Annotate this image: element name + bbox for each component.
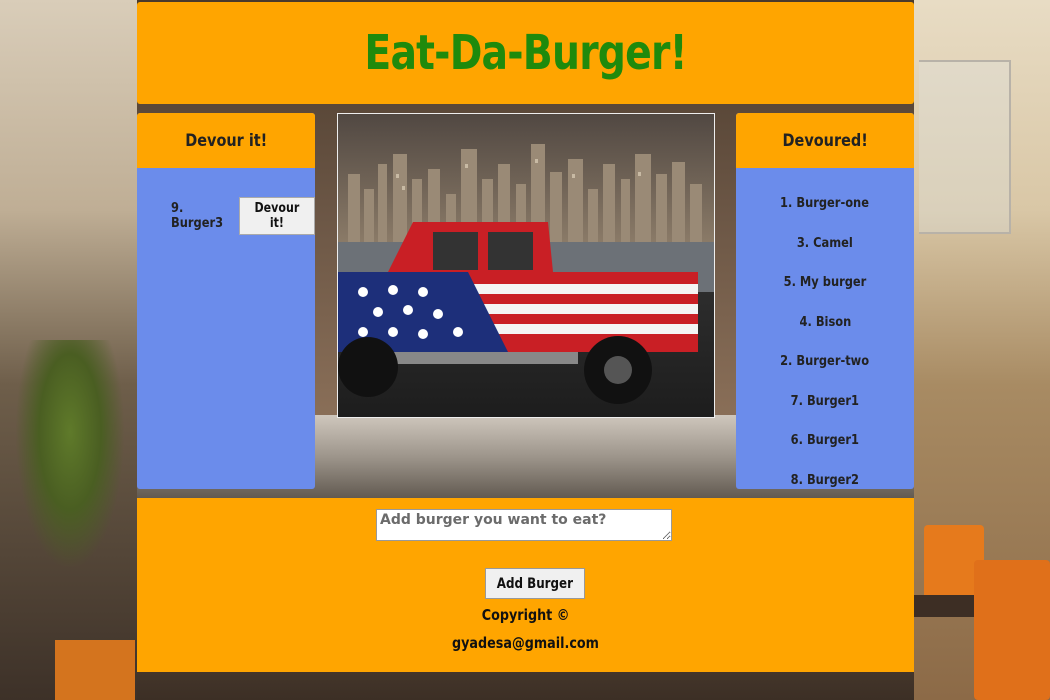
devoured-burger-label: 1. Burger-one: [780, 196, 870, 211]
list-item: 2. Burger-two: [736, 353, 914, 393]
chair-decoration: [55, 640, 135, 700]
background-restaurant-left: [0, 0, 137, 700]
copyright-text: Copyright ©: [481, 606, 570, 624]
list-item: 3. Camel: [736, 235, 914, 275]
list-item: 7. Burger1: [736, 393, 914, 433]
devoured-panel-header: Devoured!: [736, 113, 914, 168]
background-restaurant-right: [914, 0, 1050, 700]
page-title: Eat-Da-Burger!: [364, 25, 687, 81]
railing-decoration: [919, 60, 1011, 234]
devoured-panel: Devoured! 1. Burger-one 3. Camel 5. My b…: [736, 113, 914, 489]
contact-email: gyadesa@gmail.com: [452, 634, 599, 652]
devour-button[interactable]: Devour it!: [239, 197, 315, 235]
devoured-burger-label: 6. Burger1: [790, 433, 860, 448]
devour-panel-title: Devour it!: [184, 130, 268, 151]
list-item: 5. My burger: [736, 274, 914, 314]
footer-form-area: Add Burger Copyright © gyadesa@gmail.com: [137, 498, 914, 672]
flag-truck-graphic: [338, 222, 698, 404]
truck-image: [337, 113, 715, 418]
burger-input[interactable]: [376, 509, 672, 541]
devoured-burger-label: 3. Camel: [796, 235, 854, 251]
chair-decoration: [974, 560, 1050, 700]
plant-decoration: [15, 340, 125, 570]
devoured-burger-label: 8. Burger2: [790, 472, 860, 488]
burger-label: 9. Burger3: [171, 201, 224, 231]
list-item: 8. Burger2: [736, 472, 914, 490]
add-burger-button[interactable]: Add Burger: [485, 568, 585, 599]
devoured-burger-label: 4. Bison: [799, 314, 851, 330]
devoured-burger-label: 2. Burger-two: [780, 354, 870, 369]
devoured-panel-title: Devoured!: [782, 130, 868, 151]
list-item: 4. Bison: [736, 314, 914, 354]
devoured-burger-label: 7. Burger1: [790, 393, 860, 409]
list-item: 1. Burger-one: [736, 195, 914, 235]
devour-panel: Devour it! 9. Burger3 Devour it!: [137, 113, 315, 489]
site-header: Eat-Da-Burger!: [137, 2, 914, 104]
devour-button-label: Devour it!: [254, 201, 300, 231]
list-item: 9. Burger3 Devour it!: [171, 197, 315, 235]
list-item: 6. Burger1: [736, 432, 914, 472]
devoured-burger-label: 5. My burger: [783, 275, 867, 290]
devoured-list: 1. Burger-one 3. Camel 5. My burger 4. B…: [736, 195, 914, 489]
copyright-block: Copyright © gyadesa@gmail.com: [137, 601, 914, 657]
add-burger-button-label: Add Burger: [496, 575, 573, 592]
devour-panel-header: Devour it!: [137, 113, 315, 168]
